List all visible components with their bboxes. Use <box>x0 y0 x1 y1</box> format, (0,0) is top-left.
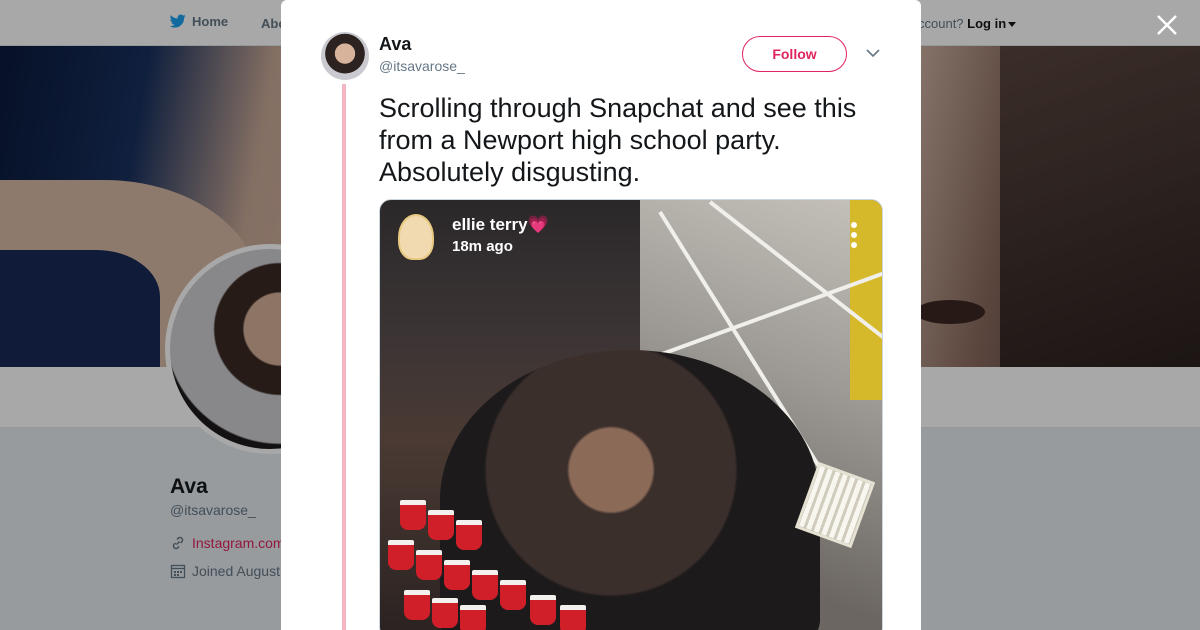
tweet-author-name[interactable]: Ava <box>379 34 411 55</box>
tweet-modal: Ava @itsavarose_ Follow Scrolling throug… <box>281 0 921 630</box>
red-cup <box>530 595 556 625</box>
red-cup <box>444 560 470 590</box>
red-cup <box>460 605 486 630</box>
follow-button[interactable]: Follow <box>742 36 847 72</box>
red-cup <box>472 570 498 600</box>
snap-username: ellie terry💗 <box>452 215 549 234</box>
red-cup <box>500 580 526 610</box>
red-cup <box>388 540 414 570</box>
tweet-author-handle[interactable]: @itsavarose_ <box>379 58 465 74</box>
close-icon[interactable] <box>1154 12 1180 38</box>
red-cup <box>416 550 442 580</box>
red-cup <box>560 605 586 630</box>
tweet-author-avatar[interactable] <box>321 32 369 80</box>
red-cup <box>404 590 430 620</box>
thread-line <box>342 84 346 630</box>
more-vertical-icon[interactable] <box>850 222 858 250</box>
red-cup <box>400 500 426 530</box>
red-cup <box>456 520 482 550</box>
snap-bitmoji-avatar <box>398 214 434 260</box>
red-cup <box>428 510 454 540</box>
red-cup <box>432 598 458 628</box>
chevron-down-icon[interactable] <box>866 48 880 58</box>
tweet-text: Scrolling through Snapchat and see this … <box>379 93 857 187</box>
tweet-media-image[interactable]: ellie terry💗 18m ago <box>379 199 883 630</box>
snap-timestamp: 18m ago <box>452 238 513 255</box>
